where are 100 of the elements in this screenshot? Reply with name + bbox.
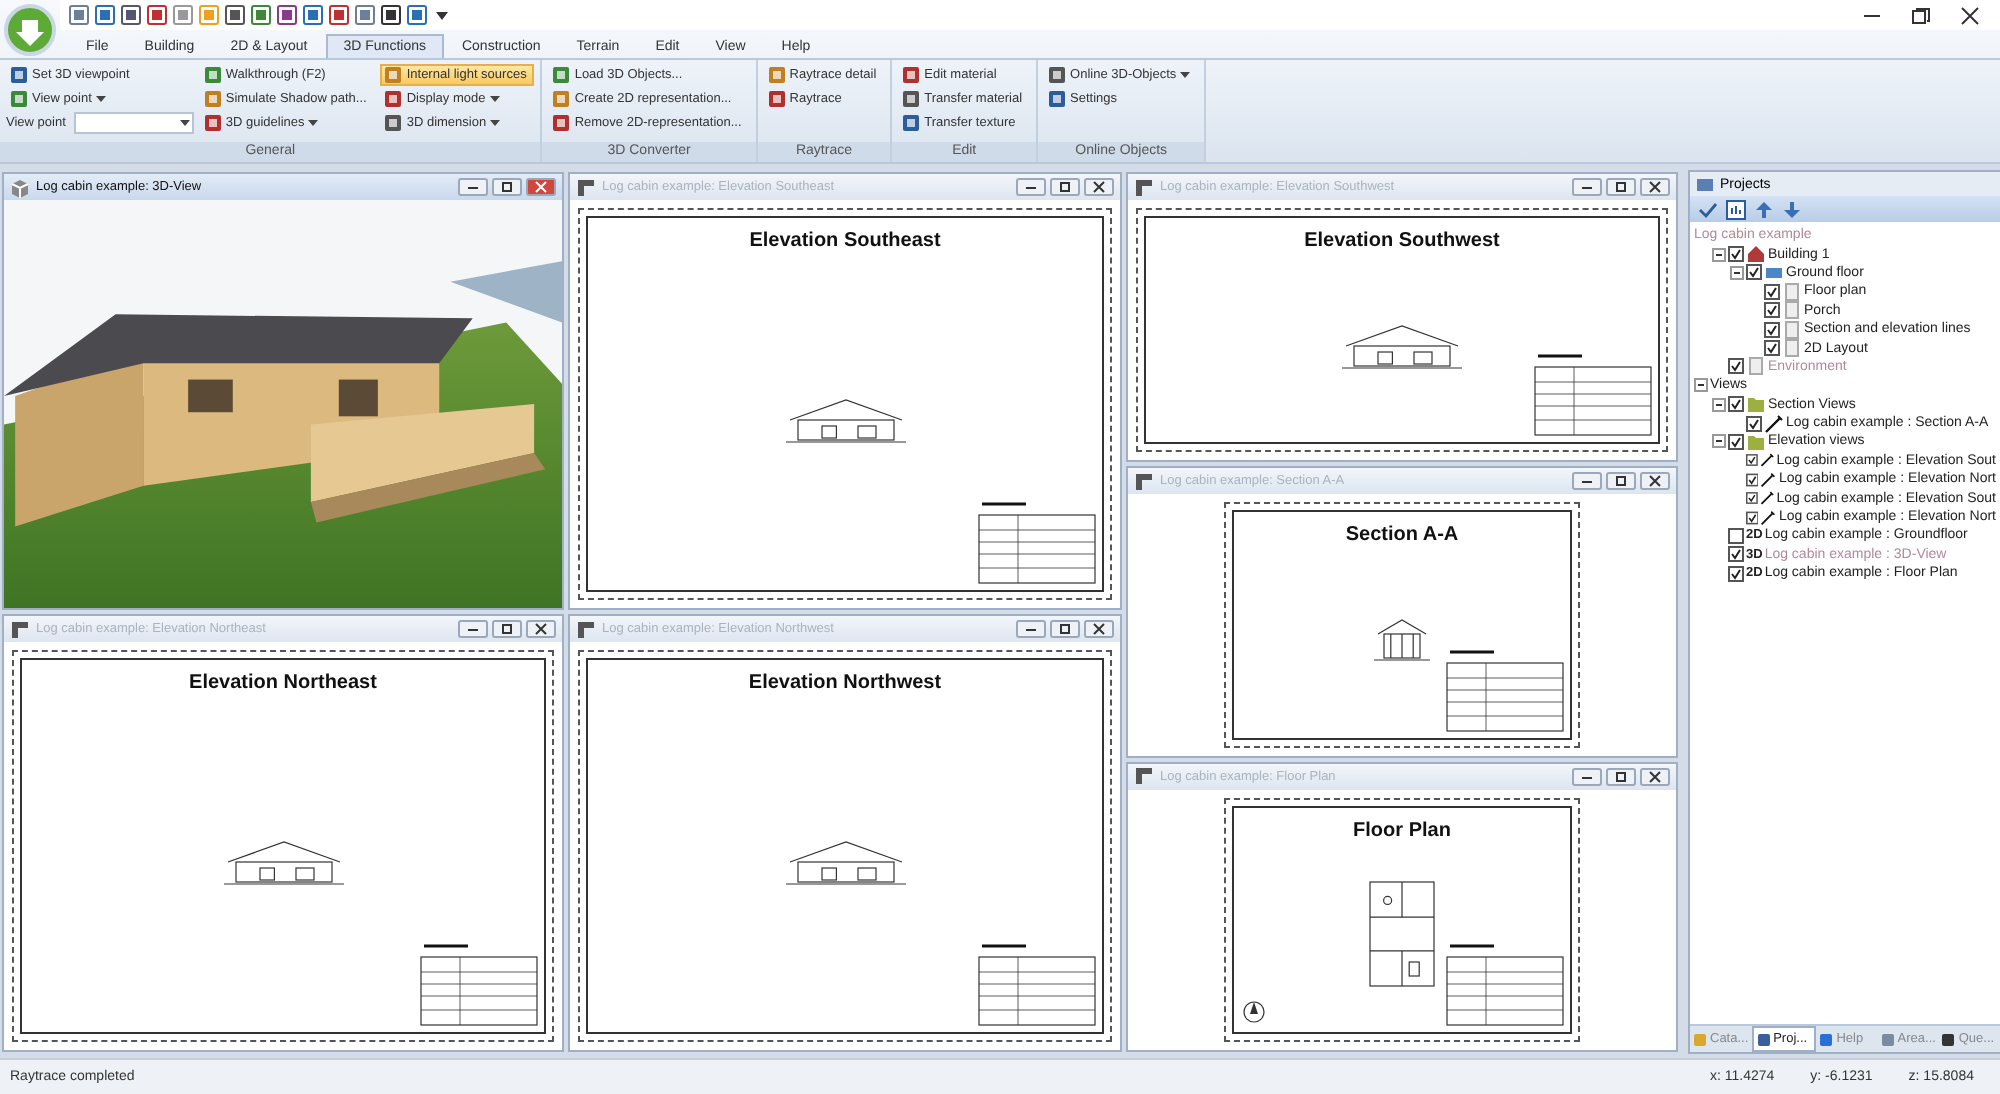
folder-icon: [1746, 394, 1766, 415]
checkbox[interactable]: [1728, 565, 1744, 582]
arrow-up-icon[interactable]: [1754, 199, 1774, 219]
title-block-drawing: [1534, 354, 1654, 439]
collapse-icon[interactable]: [1712, 247, 1726, 262]
toolbar-icon[interactable]: [146, 4, 168, 26]
close-icon[interactable]: [1640, 767, 1670, 786]
checkbox[interactable]: [1746, 490, 1758, 507]
close-icon[interactable]: [1960, 5, 1980, 25]
house-icon: [1746, 244, 1766, 265]
project-icon: [1696, 175, 1714, 193]
toolbar-icon[interactable]: [276, 4, 298, 26]
cube-icon: [10, 177, 30, 197]
checkbox[interactable]: [1728, 246, 1744, 263]
caret-icon[interactable]: [1180, 70, 1191, 80]
house-elevation-drawing: [223, 840, 343, 884]
pen-icon: [1760, 507, 1777, 528]
drawing-title: Section A-A: [1345, 524, 1459, 547]
pen-icon: [1760, 469, 1777, 490]
page-icon: [1782, 319, 1802, 340]
checkbox[interactable]: [1746, 452, 1758, 469]
close-icon[interactable]: [526, 620, 556, 639]
tab-icon: [1755, 1031, 1772, 1048]
checkbox[interactable]: [1764, 283, 1780, 300]
title-block-drawing: [1445, 649, 1566, 734]
checkbox[interactable]: [1764, 321, 1780, 338]
toolbar-icon[interactable]: [224, 4, 246, 26]
check-icon[interactable]: [1698, 199, 1718, 219]
close-icon[interactable]: [1640, 472, 1670, 491]
close-icon[interactable]: [1640, 178, 1670, 196]
house-elevation-drawing: [785, 840, 905, 884]
folder-icon: [1746, 432, 1766, 452]
drawing-icon: [576, 619, 596, 640]
drawing-title: Elevation Southeast: [749, 230, 941, 252]
checkbox[interactable]: [1728, 358, 1744, 375]
close-icon[interactable]: [1084, 178, 1114, 196]
house-elevation-drawing: [785, 398, 905, 442]
toolbar-icon[interactable]: [328, 4, 350, 26]
minimize-icon[interactable]: [458, 178, 488, 196]
drawing-icon: [10, 619, 30, 640]
drawing-icon: [1134, 471, 1154, 492]
drawing-icon: [1134, 766, 1154, 787]
drawing-title: Elevation Northwest: [748, 672, 942, 695]
minimize-icon[interactable]: [1572, 178, 1602, 196]
checkbox[interactable]: [1764, 340, 1780, 357]
checkbox[interactable]: [1728, 396, 1744, 413]
collapse-icon[interactable]: [1730, 265, 1744, 280]
minimize-icon[interactable]: [1016, 620, 1046, 639]
checkbox[interactable]: [1728, 527, 1744, 544]
checkbox[interactable]: [1764, 302, 1780, 319]
drawing-icon: [1134, 177, 1154, 197]
checkbox[interactable]: [1728, 546, 1744, 563]
page-icon: [1746, 356, 1766, 377]
floor-icon: [1764, 262, 1784, 283]
maximize-icon[interactable]: [492, 620, 522, 639]
checkbox[interactable]: [1728, 433, 1744, 450]
minimize-icon[interactable]: [458, 620, 488, 639]
close-icon[interactable]: [1084, 620, 1114, 639]
toolbar-icon[interactable]: [380, 4, 402, 26]
collapse-icon[interactable]: [1712, 397, 1726, 412]
tab-icon: [1940, 1031, 1957, 1048]
maximize-icon[interactable]: [1606, 472, 1636, 491]
minimize-icon[interactable]: [1572, 472, 1602, 491]
drawing-icon: [576, 177, 596, 197]
maximize-icon[interactable]: [492, 178, 522, 196]
house-elevation-drawing: [1342, 324, 1462, 368]
collapse-icon[interactable]: [1694, 378, 1708, 393]
minimize-icon[interactable]: [1572, 767, 1602, 786]
checkbox[interactable]: [1746, 415, 1762, 432]
title-block-drawing: [978, 502, 1098, 587]
tab-icon: [1818, 1031, 1835, 1048]
page-icon: [1782, 300, 1802, 321]
collapse-icon[interactable]: [1712, 434, 1726, 449]
chart-icon[interactable]: [1726, 199, 1746, 219]
tab-icon: [1879, 1031, 1896, 1048]
caret-icon[interactable]: [308, 118, 319, 128]
drawing-title: Elevation Southwest: [1304, 230, 1500, 252]
tab-icon: [1692, 1031, 1708, 1048]
app-menu-icon[interactable]: [4, 3, 56, 55]
checkbox[interactable]: [1746, 509, 1759, 526]
caret-icon[interactable]: [490, 118, 501, 128]
maximize-icon[interactable]: [1050, 178, 1080, 196]
maximize-icon[interactable]: [1606, 767, 1636, 786]
maximize-icon[interactable]: [1606, 178, 1636, 196]
caret-icon[interactable]: [489, 94, 500, 104]
minimize-icon[interactable]: [1016, 178, 1046, 196]
checkbox[interactable]: [1746, 471, 1759, 488]
section-drawing: [1374, 619, 1430, 661]
maximize-icon[interactable]: [1050, 620, 1080, 639]
restore-icon[interactable]: [1910, 5, 1932, 25]
toolbar-icon[interactable]: [120, 4, 142, 26]
caret-icon[interactable]: [177, 116, 192, 130]
pen-icon: [1764, 413, 1784, 434]
caret-icon[interactable]: [95, 94, 106, 104]
drawing-title: Floor Plan: [1353, 819, 1451, 842]
title-block-drawing: [978, 944, 1098, 1029]
checkbox[interactable]: [1746, 264, 1762, 281]
drawing-title: Elevation Northeast: [189, 672, 377, 695]
arrow-down-icon[interactable]: [1782, 199, 1802, 219]
title-block-drawing: [1445, 944, 1566, 1029]
